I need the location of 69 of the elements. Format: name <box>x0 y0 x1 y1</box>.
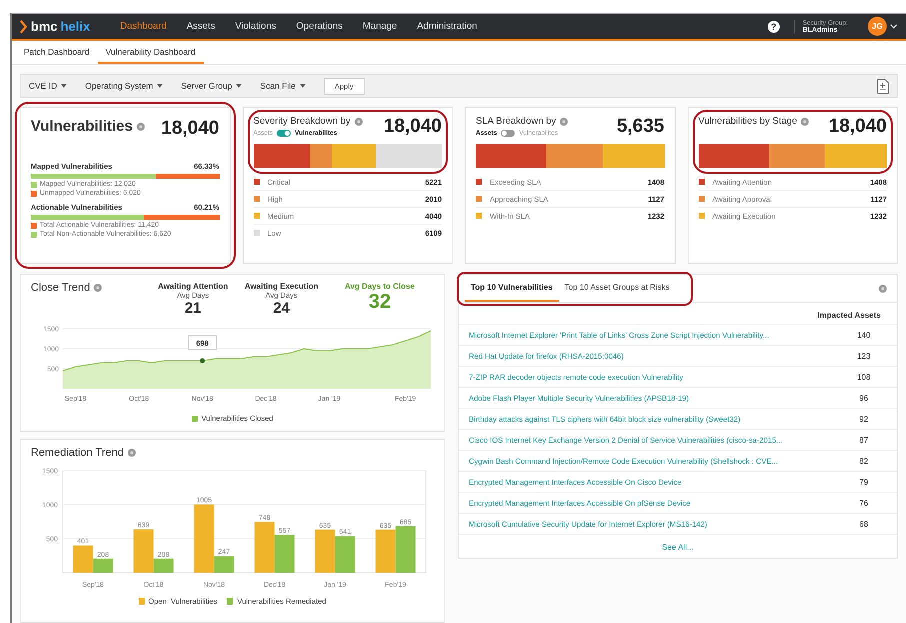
legend-swatch <box>192 416 198 422</box>
table-cell-text: 82 <box>858 456 870 466</box>
stat-value: 32 <box>368 291 392 314</box>
help-icon[interactable] <box>94 284 102 292</box>
document-export-icon[interactable] <box>877 78 889 94</box>
help-icon[interactable] <box>354 118 363 126</box>
column-header: Impacted Assets <box>818 311 881 320</box>
table-cell-text: 96 <box>858 394 870 402</box>
filter-dropdown[interactable]: Scan File <box>260 81 306 91</box>
bar[interactable] <box>214 556 234 573</box>
table-cell-text: 108 <box>856 372 872 382</box>
legend-swatch <box>138 598 145 605</box>
stat-label: Avg Days to Close <box>344 282 415 291</box>
see-all-link[interactable]: See All... <box>459 543 897 552</box>
total-count: 18,040 <box>384 116 442 138</box>
table-cell-text: 140 <box>856 330 872 340</box>
panel-tab[interactable]: Top 10 Vulnerabilities <box>465 275 559 302</box>
nav-item[interactable]: Assets <box>176 21 226 32</box>
stat-label: Awaiting Attention <box>158 282 228 291</box>
toggle-switch[interactable] <box>277 130 292 137</box>
toggle-switch[interactable] <box>501 130 516 137</box>
stat-label: Awaiting Execution <box>244 282 318 291</box>
table-cell-text: 92 <box>858 414 870 424</box>
nav-item[interactable]: Manage <box>352 21 408 32</box>
bar[interactable] <box>396 526 416 573</box>
panel-tab[interactable]: Top 10 Asset Groups at Risks <box>558 275 676 302</box>
help-icon[interactable] <box>560 118 568 126</box>
stat-value: 24 <box>273 300 290 317</box>
stat-value: 21 <box>184 300 202 317</box>
filter-dropdown[interactable]: Server Group <box>181 81 242 91</box>
bar[interactable] <box>93 558 114 573</box>
caret-icon <box>300 84 306 88</box>
filter-dropdown[interactable]: Operating System <box>85 81 164 91</box>
logo[interactable]: bmc helix <box>20 19 96 34</box>
nav-item[interactable]: Administration <box>407 21 488 32</box>
bar[interactable] <box>274 535 295 573</box>
bar[interactable] <box>154 558 174 573</box>
card-title: Vulnerabilities by Stage <box>698 116 798 127</box>
total-count: 18,040 <box>828 116 887 138</box>
card-title: Close Trend <box>31 282 90 294</box>
help-icon[interactable] <box>136 122 145 130</box>
caret-icon <box>236 84 242 88</box>
card-title: Remediation Trend <box>31 447 124 459</box>
data-point[interactable] <box>200 358 206 364</box>
total-count: 5,635 <box>616 116 664 138</box>
help-icon[interactable] <box>879 284 887 292</box>
legend-swatch <box>227 598 234 605</box>
help-button[interactable]: ? <box>768 20 780 32</box>
table-cell-text: 68 <box>858 520 870 528</box>
caret-icon <box>61 84 68 88</box>
nav-item[interactable]: Violations <box>225 21 286 32</box>
table-cell-text: 76 <box>858 498 870 508</box>
card-title: Severity Breakdown by <box>254 116 351 127</box>
dashboard-tab[interactable]: Patch Dashboard <box>16 41 98 64</box>
help-icon[interactable] <box>128 449 136 457</box>
bar[interactable] <box>335 536 356 573</box>
dashboard-tab[interactable]: Vulnerability Dashboard <box>98 41 204 64</box>
help-icon[interactable] <box>801 118 810 126</box>
caret-icon[interactable] <box>890 24 898 29</box>
filter-dropdown[interactable]: CVE ID <box>29 81 68 91</box>
card-title: SLA Breakdown by <box>476 116 556 127</box>
nav-item[interactable]: Dashboard <box>110 21 177 32</box>
caret-icon <box>157 84 164 88</box>
table-cell-text: 87 <box>858 436 870 444</box>
table-cell-text: 79 <box>858 478 870 486</box>
table-cell-text: 123 <box>856 352 872 360</box>
nav-item[interactable]: Operations <box>286 21 353 32</box>
total-count: 18,040 <box>161 118 220 140</box>
card-title: Vulnerabilities <box>31 118 133 135</box>
